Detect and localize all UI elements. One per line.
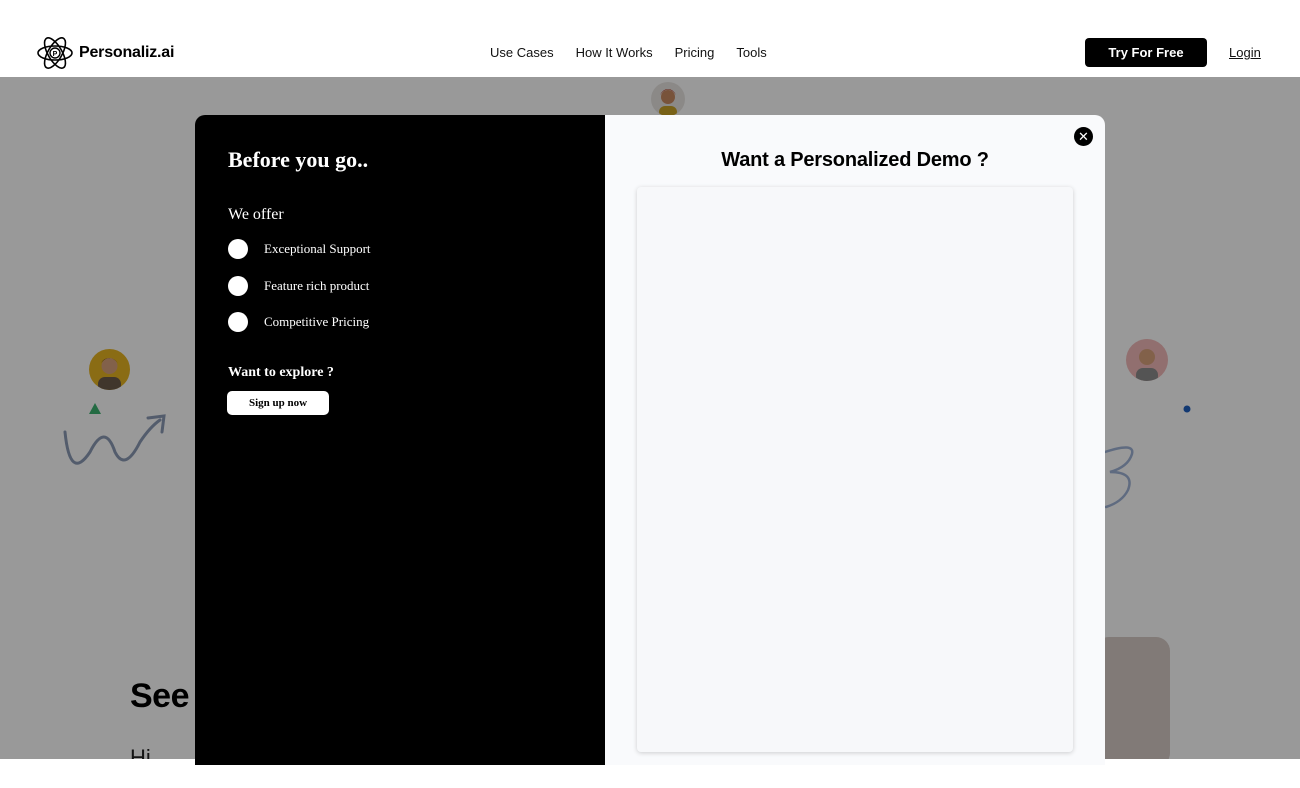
- offer-heading: We offer: [228, 206, 284, 223]
- explore-heading: Want to explore ?: [228, 365, 334, 380]
- svg-text:P: P: [53, 51, 58, 58]
- atom-logo-icon: P: [37, 37, 73, 69]
- offer-item-label: Exceptional Support: [264, 241, 371, 256]
- demo-title: Want a Personalized Demo ?: [721, 149, 989, 171]
- list-item: Competitive Pricing: [228, 312, 369, 332]
- sign-up-button[interactable]: Sign up now: [227, 391, 329, 415]
- try-for-free-button[interactable]: Try For Free: [1085, 38, 1207, 67]
- exit-intent-modal: Before you go.. We offer Exceptional Sup…: [195, 115, 1105, 765]
- bullet-dot-icon: [228, 312, 248, 332]
- close-icon[interactable]: ✕: [1074, 127, 1093, 146]
- list-item: Exceptional Support: [228, 239, 371, 259]
- offer-item-label: Competitive Pricing: [264, 314, 370, 329]
- modal-title: Before you go..: [228, 147, 369, 172]
- logo[interactable]: P Personaliz.ai: [36, 33, 174, 73]
- logo-text: Personaliz.ai: [79, 44, 175, 61]
- bullet-dot-icon: [228, 239, 248, 259]
- demo-form-frame[interactable]: [637, 187, 1073, 752]
- site-header: P Personaliz.ai Use Cases How It Works P…: [0, 0, 1300, 77]
- nav-use-cases[interactable]: Use Cases: [490, 45, 554, 60]
- nav-tools[interactable]: Tools: [736, 45, 766, 60]
- nav-pricing[interactable]: Pricing: [675, 45, 715, 60]
- nav-how-it-works[interactable]: How It Works: [576, 45, 653, 60]
- bullet-dot-icon: [228, 276, 248, 296]
- main-nav: Use Cases How It Works Pricing Tools: [490, 45, 789, 60]
- modal-left-panel: Before you go.. We offer Exceptional Sup…: [195, 115, 605, 765]
- login-link[interactable]: Login: [1229, 45, 1261, 60]
- modal-right-panel: Want a Personalized Demo ?: [605, 115, 1105, 765]
- list-item: Feature rich product: [228, 276, 369, 296]
- offer-item-label: Feature rich product: [264, 278, 370, 293]
